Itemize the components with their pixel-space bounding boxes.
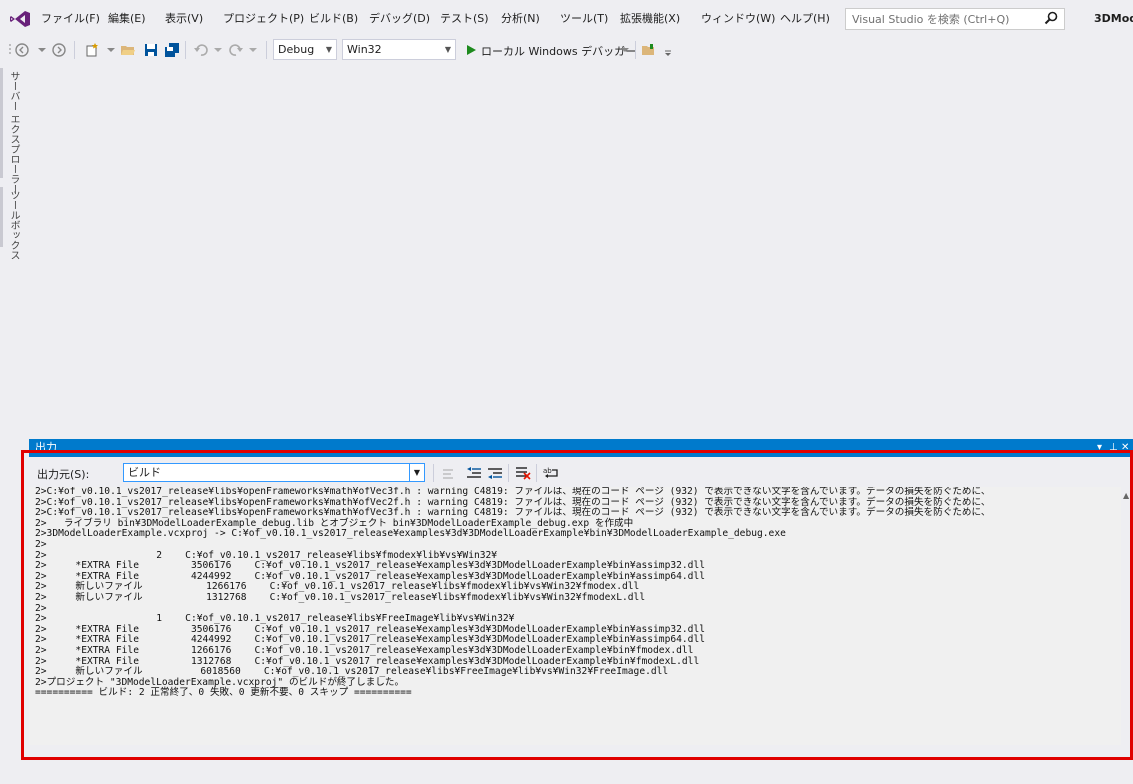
menu-bar: ファイル(F) 編集(E) 表示(V) プロジェクト(P) ビルド(B) デバッ… xyxy=(0,0,1133,37)
menu-analyze[interactable]: 分析(N) xyxy=(501,12,540,26)
solution-configuration-select[interactable]: Debug ▼ xyxy=(273,39,337,60)
menu-help[interactable]: ヘルプ(H) xyxy=(780,12,830,26)
new-project-icon[interactable] xyxy=(84,42,100,58)
menu-extensions[interactable]: 拡張機能(X) xyxy=(620,12,680,26)
menu-build[interactable]: ビルド(B) xyxy=(309,12,358,26)
chevron-down-icon: ▼ xyxy=(325,45,332,54)
menu-debug[interactable]: デバッグ(D) xyxy=(369,12,430,26)
navigate-forward-icon[interactable] xyxy=(51,42,67,58)
menu-project[interactable]: プロジェクト(P) xyxy=(223,12,304,26)
open-folder-icon[interactable] xyxy=(120,42,136,58)
start-debugging-button[interactable]: ローカル Windows デバッガー xyxy=(481,43,636,59)
side-tab-strip: サーバー エクスプローラー ツールボックス xyxy=(0,63,22,784)
standard-toolbar: Debug ▼ Win32 ▼ ローカル Windows デバッガー xyxy=(0,37,1133,63)
server-explorer-tab[interactable]: サーバー エクスプローラー xyxy=(6,71,21,194)
highlight-box xyxy=(21,450,1133,760)
browse-folder-icon[interactable] xyxy=(641,42,657,58)
save-all-icon[interactable] xyxy=(164,42,180,58)
start-debugging-icon[interactable] xyxy=(463,42,479,58)
menu-test[interactable]: テスト(S) xyxy=(440,12,489,26)
menu-tools[interactable]: ツール(T) xyxy=(560,12,608,26)
menu-view[interactable]: 表示(V) xyxy=(165,12,203,26)
redo-icon[interactable] xyxy=(228,42,244,58)
save-icon[interactable] xyxy=(143,42,159,58)
solution-title: 3DMod xyxy=(1094,12,1133,25)
dropdown-arrow-icon[interactable] xyxy=(617,42,633,58)
menu-edit[interactable]: 編集(E) xyxy=(108,12,146,26)
dropdown-arrow-icon[interactable] xyxy=(103,42,119,58)
menu-window[interactable]: ウィンドウ(W) xyxy=(701,12,775,26)
dropdown-arrow-icon[interactable] xyxy=(34,42,50,58)
dropdown-arrow-icon[interactable] xyxy=(210,42,226,58)
solution-platform-select[interactable]: Win32 ▼ xyxy=(342,39,456,60)
toolbox-tab[interactable]: ツールボックス xyxy=(6,190,21,260)
search-icon[interactable] xyxy=(1044,11,1058,25)
undo-icon[interactable] xyxy=(193,42,209,58)
toolbar-options-icon[interactable] xyxy=(660,42,676,58)
configuration-value: Debug xyxy=(278,43,315,56)
visual-studio-logo-icon xyxy=(10,11,30,27)
navigate-back-icon[interactable] xyxy=(14,42,30,58)
menu-file[interactable]: ファイル(F) xyxy=(41,12,100,26)
dropdown-arrow-icon[interactable] xyxy=(245,42,261,58)
chevron-down-icon: ▼ xyxy=(444,45,451,54)
platform-value: Win32 xyxy=(347,43,382,56)
search-input[interactable]: Visual Studio を検索 (Ctrl+Q) xyxy=(845,8,1065,30)
